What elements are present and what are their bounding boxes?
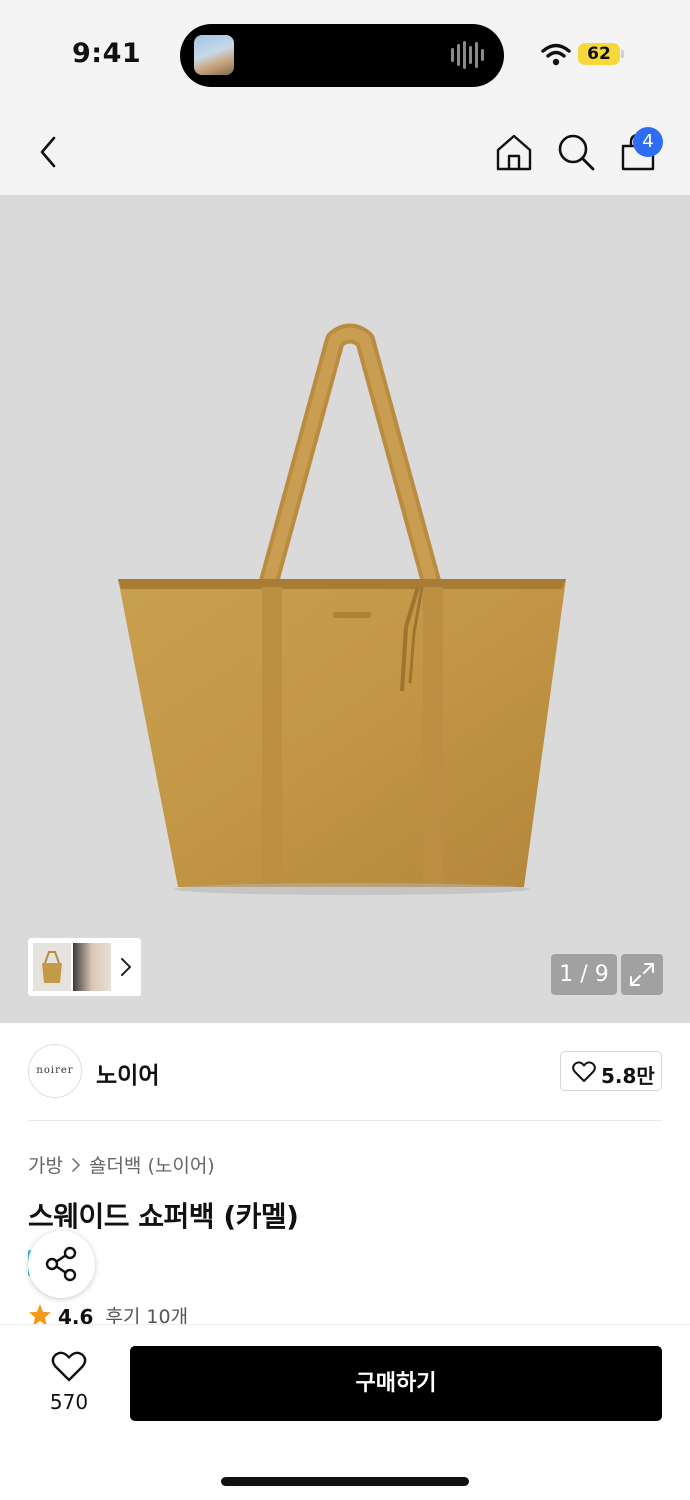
expand-button[interactable] bbox=[621, 954, 663, 995]
wishlist-count: 570 bbox=[49, 1390, 89, 1414]
product-title: 스웨이드 쇼퍼백 (카멜) bbox=[28, 1200, 299, 1233]
brand-like-button[interactable]: 5.8만 bbox=[560, 1051, 662, 1091]
now-playing-thumbnail bbox=[194, 35, 234, 75]
status-bar: 9:41 62 bbox=[0, 0, 690, 108]
wifi-icon bbox=[541, 43, 571, 66]
thumbnail-model[interactable] bbox=[73, 943, 111, 991]
chevron-right-icon[interactable] bbox=[119, 956, 133, 978]
dynamic-island bbox=[180, 24, 504, 87]
bottom-action-bar: 570 구매하기 bbox=[0, 1324, 690, 1500]
thumbnail-bag[interactable] bbox=[33, 943, 71, 991]
product-image bbox=[118, 323, 566, 895]
product-image-gallery[interactable]: 1 / 9 bbox=[0, 195, 690, 1023]
battery-indicator: 62 bbox=[578, 43, 620, 65]
thumbnail-strip[interactable] bbox=[28, 938, 141, 996]
buy-button[interactable]: 구매하기 bbox=[130, 1346, 662, 1421]
home-indicator bbox=[221, 1477, 469, 1486]
share-icon bbox=[45, 1246, 77, 1282]
brand-like-count: 5.8만 bbox=[601, 1064, 655, 1088]
top-navigation bbox=[0, 108, 690, 195]
cart-count-badge: 4 bbox=[633, 127, 663, 157]
home-icon[interactable] bbox=[494, 132, 534, 172]
breadcrumb-category[interactable]: 가방 bbox=[28, 1151, 63, 1178]
audio-wave-icon bbox=[451, 41, 484, 69]
battery-cap bbox=[621, 50, 624, 58]
divider bbox=[28, 1120, 662, 1121]
expand-icon bbox=[630, 963, 654, 986]
status-time: 9:41 bbox=[72, 38, 142, 69]
chevron-right-icon bbox=[72, 1157, 81, 1172]
brand-logo[interactable]: noirer bbox=[28, 1044, 82, 1098]
image-page-indicator: 1 / 9 bbox=[551, 954, 617, 995]
share-button[interactable] bbox=[28, 1231, 95, 1298]
breadcrumb-subcategory[interactable]: 숄더백 (노이어) bbox=[89, 1151, 215, 1178]
breadcrumb: 가방 숄더백 (노이어) bbox=[28, 1151, 215, 1178]
heart-icon[interactable] bbox=[51, 1351, 87, 1383]
brand-name[interactable]: 노이어 bbox=[96, 1056, 159, 1090]
chevron-left-icon[interactable] bbox=[32, 132, 64, 172]
heart-icon bbox=[572, 1061, 596, 1082]
search-icon[interactable] bbox=[556, 132, 596, 172]
